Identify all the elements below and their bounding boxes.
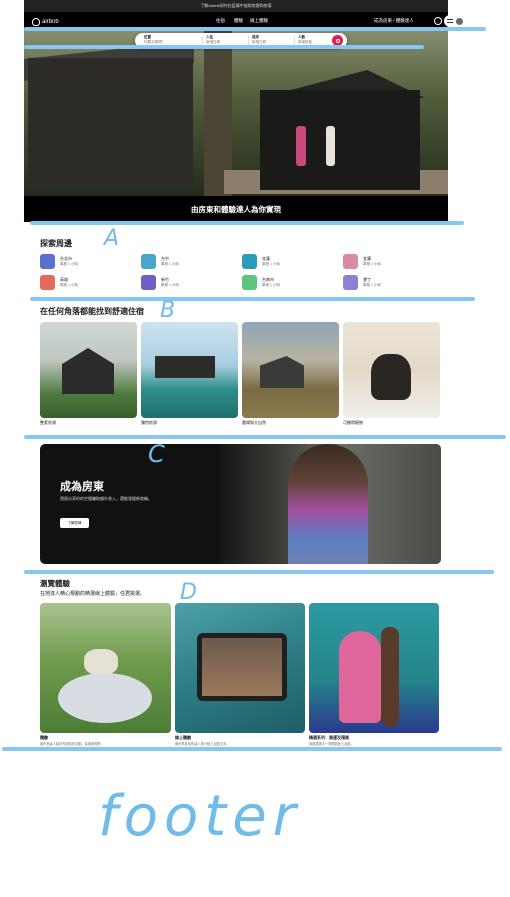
place-thumbnail (40, 254, 55, 269)
stay-card-image[interactable] (40, 322, 137, 418)
place-thumbnail (242, 275, 257, 290)
place-distance: 車程 1 小時 (161, 262, 179, 266)
stay-label[interactable]: 整套房源 (40, 420, 56, 426)
annotation-mark-d: D (180, 580, 197, 605)
hero-person (326, 126, 335, 166)
learn-more-button[interactable]: 了解詳情 (60, 518, 89, 528)
annotation-divider (24, 27, 486, 31)
annotation-divider (30, 297, 475, 301)
experience-card-image[interactable] (309, 603, 439, 733)
profile-menu-button[interactable] (444, 15, 466, 27)
place-thumbnail (40, 275, 55, 290)
place-card[interactable]: 高雄 車程 1 小時 (40, 275, 130, 293)
stay-card-image[interactable] (343, 322, 440, 418)
place-thumbnail (343, 254, 358, 269)
place-thumbnail (343, 275, 358, 290)
place-card[interactable]: 宜蘭 車程 1 小時 (343, 254, 433, 272)
place-distance: 車程 1 小時 (262, 262, 280, 266)
experiences-subtitle: 在地達人精心規劃的精選線上體驗，任君挑選。 (40, 591, 146, 597)
globe-icon[interactable] (434, 17, 442, 25)
brand-name: airbnb (42, 18, 59, 25)
brand-logo[interactable]: airbnb (32, 17, 72, 26)
stay-label[interactable]: 可攜帶寵物 (343, 420, 363, 426)
nav-link-experiences[interactable]: 體驗 (234, 18, 243, 24)
host-person (288, 444, 368, 564)
search-divider (248, 36, 249, 45)
host-description: 透過分享你的空間賺取額外收入，還能發掘新商機。 (60, 496, 152, 501)
hero-person (296, 126, 306, 166)
search-field-placeholder: 新增日期 (252, 39, 266, 44)
experience-description: 與奧運選手一同體驗線上活動。 (309, 742, 354, 746)
experience-description: 與世界各地的達人進行線上互動交流。 (175, 742, 230, 746)
experiences-title: 瀏覽體驗 (40, 579, 70, 588)
place-card[interactable]: 花蓮 車程 1 小時 (242, 254, 332, 272)
become-host-card: 成為房東 透過分享你的空間賺取額外收入，還能發掘新商機。 了解詳情 (40, 444, 441, 564)
search-icon (335, 38, 340, 43)
search-field-placeholder: 你要去哪裡？ (144, 39, 165, 44)
hero-cabin-right (260, 90, 420, 190)
annotation-mark-b: B (160, 298, 176, 323)
annotation-divider (24, 435, 506, 439)
stay-cabin-shape (260, 356, 304, 388)
stay-card-image[interactable] (242, 322, 339, 418)
place-distance: 車程 1 小時 (60, 262, 78, 266)
search-divider (294, 36, 295, 45)
place-card[interactable]: 台北市 車程 1 小時 (40, 254, 130, 272)
annotation-divider (2, 747, 502, 751)
place-distance: 車程 1 小時 (363, 283, 381, 287)
stay-label[interactable]: 農場和大自然 (242, 420, 266, 426)
host-title: 成為房東 (60, 481, 104, 493)
experience-table-shape (58, 673, 152, 723)
experience-description: 與在地達人結伴完成精彩活動，探索新視野。 (40, 742, 104, 746)
experience-sheep-shape (84, 649, 118, 675)
nav-link-online-experiences[interactable]: 線上體驗 (250, 18, 268, 24)
stay-houseboat-shape (155, 356, 215, 378)
place-card[interactable]: 墾丁 車程 1 小時 (343, 275, 433, 293)
place-distance: 車程 1 小時 (262, 283, 280, 287)
nav-link-stays[interactable]: 住宿 (216, 18, 225, 24)
place-distance: 車程 1 小時 (161, 283, 179, 287)
anywhere-title: 在任何角落都能找到舒適住宿 (40, 307, 144, 316)
stay-house-shape (62, 348, 114, 394)
hero-cabin-left (28, 58, 193, 188)
menu-icon (447, 19, 454, 23)
experience-instrument-shape (381, 627, 399, 727)
annotation-mark-a: A (104, 226, 120, 251)
annotation-divider (24, 45, 424, 49)
experience-card-image[interactable] (175, 603, 305, 733)
place-distance: 車程 1 小時 (363, 262, 381, 266)
experience-person-shape (339, 631, 381, 723)
place-thumbnail (141, 254, 156, 269)
stay-label[interactable]: 獨特房源 (141, 420, 157, 426)
place-thumbnail (141, 275, 156, 290)
hero-section: 由房東和體驗達人為你實現 (24, 30, 448, 222)
stay-card-image[interactable] (141, 322, 238, 418)
place-card[interactable]: 新竹 車程 1 小時 (141, 275, 231, 293)
place-card[interactable]: 台中 車程 1 小時 (141, 254, 231, 272)
search-divider (202, 36, 203, 45)
announcement-bar[interactable]: 了解Airbnb如何在疫情中協助房客和房東 (24, 0, 448, 12)
annotation-mark-c: C (148, 440, 165, 468)
stay-dog-shape (371, 354, 411, 400)
annotation-divider (30, 221, 464, 225)
announcement-text[interactable]: 了解Airbnb如何在疫情中協助房客和房東 (200, 3, 272, 9)
search-field-placeholder: 新增房客 (298, 39, 312, 44)
hero-caption[interactable]: 由房東和體驗達人為你實現 (24, 200, 448, 218)
airbnb-logo-icon (32, 17, 40, 26)
avatar-icon (455, 17, 463, 25)
explore-title: 探索周邊 (40, 239, 72, 248)
place-card[interactable]: 台南市 車程 1 小時 (242, 275, 332, 293)
become-host-link[interactable]: 成為房東 / 體驗達人 (374, 18, 414, 24)
place-distance: 車程 1 小時 (60, 283, 78, 287)
hero-image (24, 30, 448, 196)
annotation-divider (24, 570, 494, 574)
experience-screen-shape (202, 638, 282, 696)
annotation-footer: footer (98, 784, 302, 849)
search-field-placeholder: 新增日期 (206, 39, 220, 44)
place-thumbnail (242, 254, 257, 269)
experience-card-image[interactable] (40, 603, 171, 733)
